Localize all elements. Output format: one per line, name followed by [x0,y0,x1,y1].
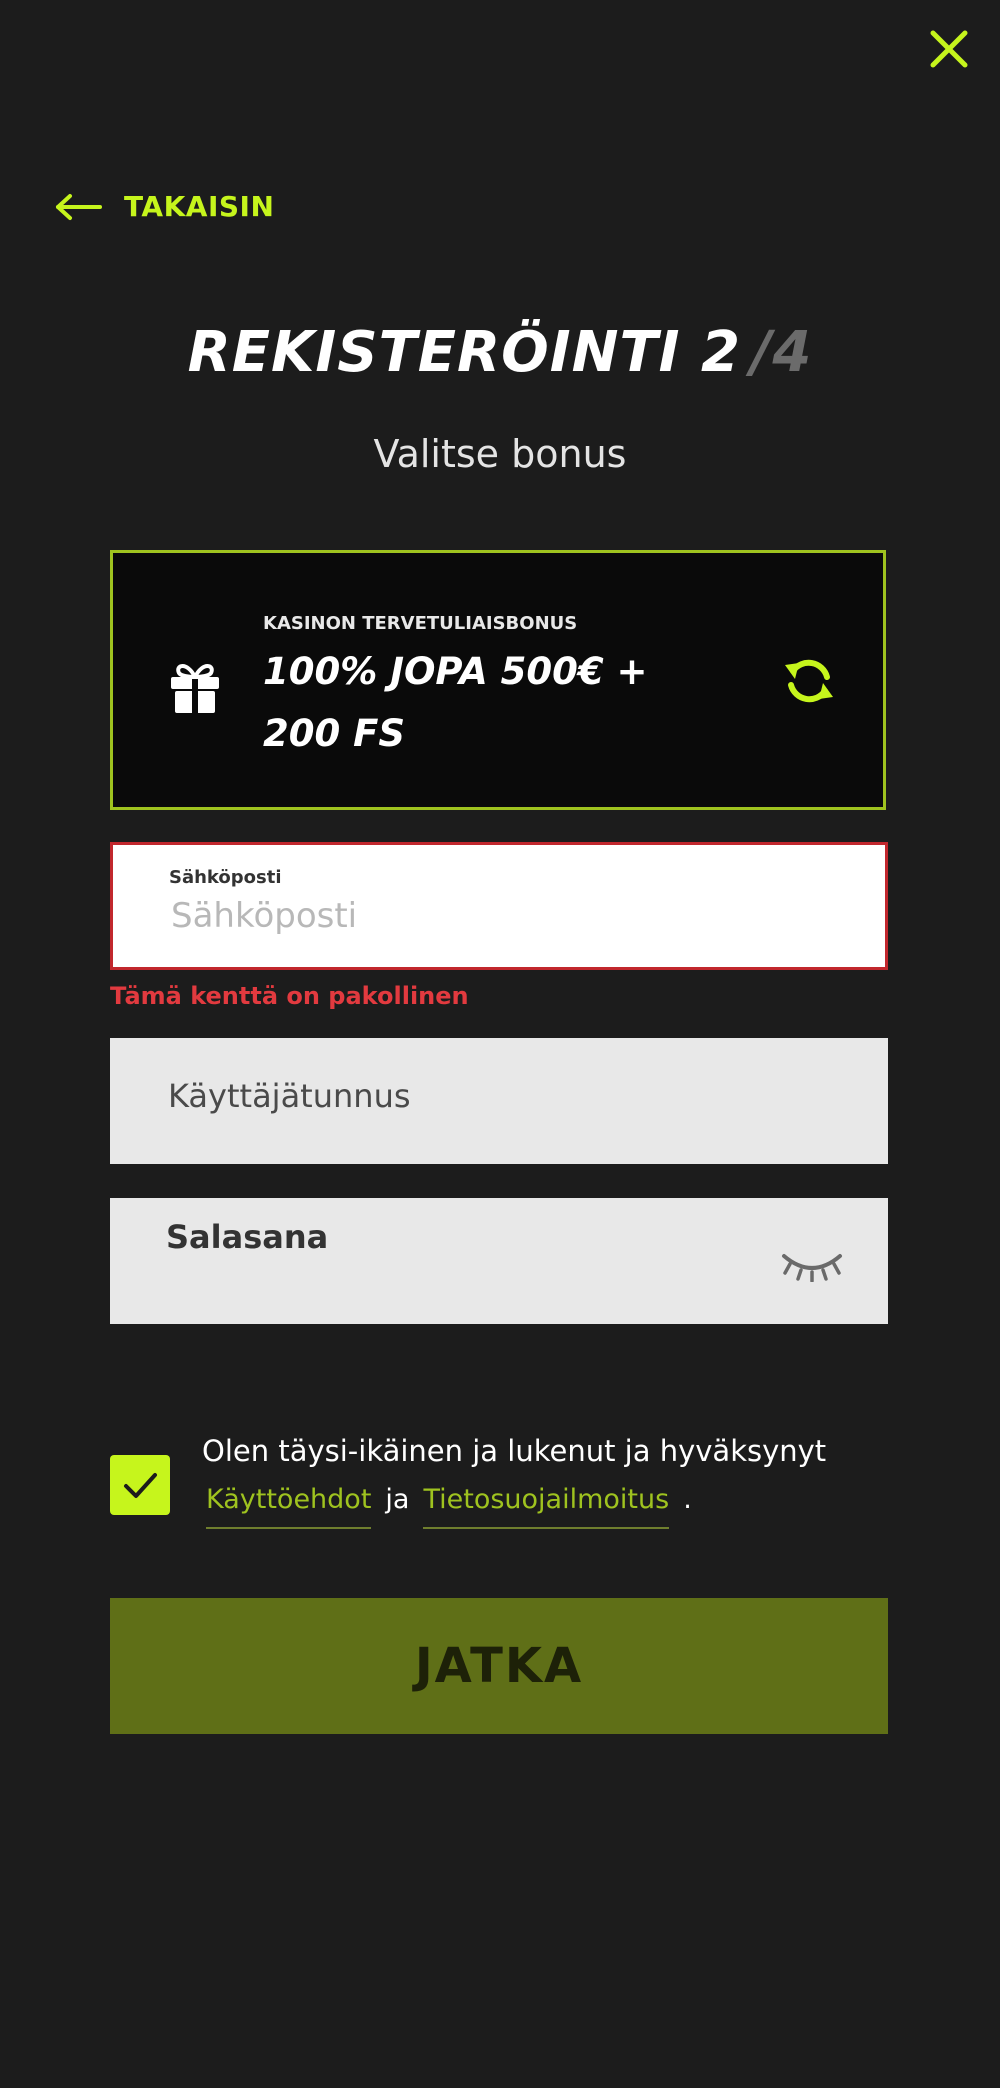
gift-icon [171,664,219,713]
consent-text: Olen täysi-ikäinen ja lukenut ja hyväksy… [202,1434,827,1468]
email-error: Tämä kenttä on pakollinen [110,982,469,1010]
consent-joiner: ja [385,1484,410,1515]
arrow-left-icon [56,193,102,220]
bonus-card[interactable]: KASINON TERVETULIAISBONUS 100% JOPA 500€… [110,550,886,810]
back-link[interactable]: TAKAISIN [54,190,274,223]
password-input[interactable] [166,1266,730,1301]
bonus-kicker: KASINON TERVETULIAISBONUS [263,613,578,634]
password-field: Salasana [110,1198,888,1324]
consent-links: Käyttöehdot ja Tietosuojailmoitus . [206,1484,692,1529]
eye-closed-icon[interactable] [780,1246,844,1282]
step-title: REKISTERÖINTI 2 [187,320,741,385]
terms-link[interactable]: Käyttöehdot [206,1484,372,1529]
page-title: REKISTERÖINTI 2/4 [0,320,1000,385]
continue-button[interactable]: JATKA [110,1598,888,1734]
step-total: /4 [750,320,813,385]
password-label: Salasana [166,1218,329,1256]
close-icon[interactable] [926,26,972,72]
page-subtitle: Valitse bonus [373,432,627,476]
back-label: TAKAISIN [124,190,275,223]
email-field: Sähköposti [110,842,888,970]
username-input[interactable] [166,1076,810,1116]
consent-checkbox[interactable] [110,1455,170,1515]
registration-page: TAKAISIN REKISTERÖINTI 2/4 Valitse bonus… [0,0,1000,2088]
bonus-offer: 100% JOPA 500€ + 200 FS [263,650,648,755]
email-label: Sähköposti [169,867,282,888]
email-input[interactable] [169,895,813,937]
consent-end: . [683,1484,692,1515]
username-field [110,1038,888,1164]
refresh-icon[interactable] [781,653,837,709]
checkmark-icon [124,1473,157,1498]
privacy-link[interactable]: Tietosuojailmoitus [423,1484,670,1529]
